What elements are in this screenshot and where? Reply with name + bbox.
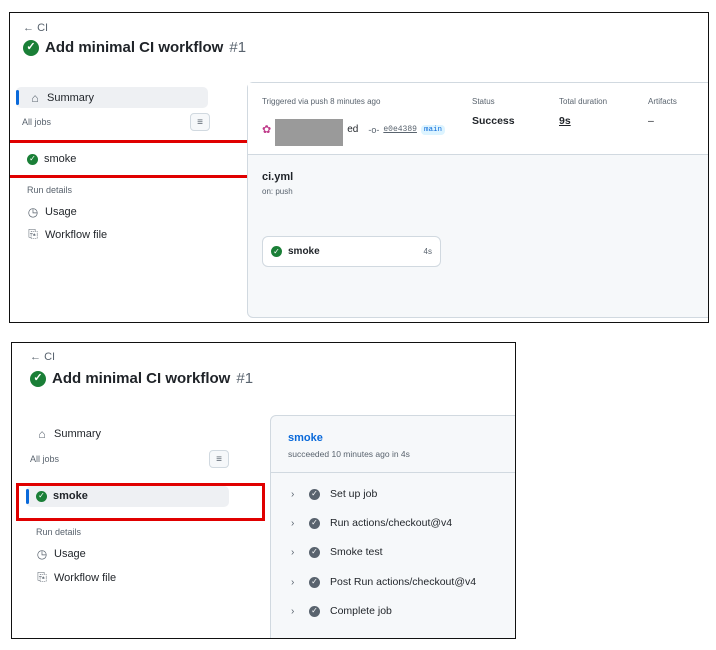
sidebar-item-workflow-file[interactable]: ⎘ Workflow file (36, 570, 116, 585)
check-circle-fill-icon: ✓ (309, 517, 320, 529)
duration-label: Total duration (559, 97, 608, 106)
page-title: ✓ Add minimal CI workflow #1 (30, 370, 253, 387)
job-name[interactable]: smoke (288, 432, 323, 444)
artifacts-value: – (648, 115, 654, 127)
check-circle-fill-icon: ✓ (309, 488, 320, 500)
sidebar-item-label: Usage (54, 548, 86, 560)
sidebar-item-usage[interactable]: ◷ Usage (27, 205, 77, 219)
run-details-label: Run details (27, 185, 73, 195)
step-row[interactable]: › ✓ Run actions/checkout@v4 (291, 517, 452, 529)
run-number: #1 (229, 39, 247, 56)
job-card-smoke[interactable]: ✓ smoke 4s (262, 236, 441, 267)
run-summary-panel: Triggered via push 8 minutes ago ✿ ed -o… (247, 82, 708, 318)
page-title: ✓ Add minimal CI workflow #1 (23, 39, 246, 56)
home-icon: ⌂ (38, 427, 46, 441)
filter-button[interactable]: ≡ (209, 450, 229, 468)
sidebar-item-summary[interactable]: ⌂ Summary (36, 427, 101, 441)
commit-sha-link[interactable]: e0e4389 (383, 125, 417, 134)
redacted-actor (275, 119, 344, 146)
check-circle-fill-icon: ✓ (309, 605, 320, 617)
filter-icon: ≡ (216, 453, 222, 465)
avatar-icon: ✿ (262, 124, 272, 136)
sidebar-item-label: Workflow file (45, 228, 108, 241)
stopwatch-icon: ◷ (27, 205, 39, 219)
check-circle-fill-icon: ✓ (30, 370, 46, 387)
home-icon: ⌂ (31, 91, 39, 105)
artifacts-label: Artifacts (648, 97, 677, 106)
status-label: Status (472, 97, 495, 106)
screenshot-job-detail: ← CI ✓ Add minimal CI workflow #1 ⌂ Summ… (11, 342, 516, 639)
workflow-trigger: on: push (262, 187, 293, 196)
arrow-left-icon: ← (23, 22, 34, 34)
run-title: Add minimal CI workflow (52, 370, 231, 387)
back-label: CI (37, 22, 49, 34)
chevron-right-icon: › (291, 576, 295, 588)
arrow-left-icon: ← (30, 351, 41, 363)
job-status-text: succeeded 10 minutes ago in 4s (288, 449, 410, 459)
step-label: Run actions/checkout@v4 (330, 517, 453, 529)
duration-value[interactable]: 9s (559, 115, 571, 127)
chevron-right-icon: › (291, 546, 295, 558)
step-row[interactable]: › ✓ Post Run actions/checkout@v4 (291, 576, 476, 588)
job-card-name: smoke (288, 246, 320, 257)
back-link[interactable]: ← CI (23, 22, 48, 34)
stopwatch-icon: ◷ (36, 547, 48, 561)
trigger-text: Triggered via push 8 minutes ago (262, 97, 381, 106)
back-link[interactable]: ← CI (30, 351, 55, 363)
sidebar-item-label: Workflow file (54, 571, 117, 584)
highlight-box (16, 483, 265, 521)
chevron-right-icon: › (291, 605, 295, 617)
run-number: #1 (236, 370, 254, 387)
step-label: Set up job (330, 488, 378, 500)
check-circle-fill-icon: ✓ (271, 246, 282, 257)
job-header: smoke succeeded 10 minutes ago in 4s (271, 416, 515, 473)
file-code-icon: ⎘ (37, 570, 47, 584)
run-meta-bar: Triggered via push 8 minutes ago ✿ ed -o… (248, 83, 708, 155)
run-title: Add minimal CI workflow (45, 39, 224, 56)
step-label: Smoke test (330, 546, 383, 558)
back-label: CI (44, 351, 56, 363)
actor-row: ✿ ed -o- e0e4389 main (262, 113, 445, 146)
run-details-label: Run details (36, 527, 82, 537)
sidebar-item-label: Summary (54, 428, 102, 440)
sidebar-item-usage[interactable]: ◷ Usage (36, 547, 86, 561)
all-jobs-label: All jobs (22, 117, 52, 127)
job-log-panel: smoke succeeded 10 minutes ago in 4s › ✓… (270, 415, 515, 638)
step-row[interactable]: › ✓ Smoke test (291, 546, 383, 558)
step-row[interactable]: › ✓ Set up job (291, 488, 377, 500)
status-value: Success (472, 115, 515, 127)
step-label: Post Run actions/checkout@v4 (330, 576, 477, 588)
file-code-icon: ⎘ (28, 227, 38, 241)
workflow-file-name[interactable]: ci.yml (262, 171, 293, 183)
git-commit-icon: -o- (368, 124, 380, 135)
selected-indicator (16, 90, 19, 105)
filter-button[interactable]: ≡ (190, 113, 210, 131)
check-circle-fill-icon: ✓ (23, 39, 39, 56)
filter-icon: ≡ (197, 116, 203, 128)
sidebar-item-label: Usage (45, 206, 77, 218)
screenshot-run-summary: ← CI ✓ Add minimal CI workflow #1 ⌂ Summ… (9, 12, 709, 323)
step-label: Complete job (330, 605, 392, 617)
highlight-box (10, 140, 255, 178)
step-row[interactable]: › ✓ Complete job (291, 605, 392, 617)
actor-suffix: ed (347, 124, 359, 135)
sidebar-item-summary[interactable]: ⌂ Summary (16, 87, 208, 108)
job-card-duration: 4s (423, 247, 432, 256)
check-circle-fill-icon: ✓ (309, 576, 320, 588)
chevron-right-icon: › (291, 488, 295, 500)
check-circle-fill-icon: ✓ (309, 546, 320, 558)
branch-badge[interactable]: main (420, 124, 445, 135)
sidebar-item-label: Summary (47, 92, 95, 104)
all-jobs-label: All jobs (30, 454, 60, 464)
chevron-right-icon: › (291, 517, 295, 529)
sidebar-item-workflow-file[interactable]: ⎘ Workflow file (27, 227, 107, 242)
